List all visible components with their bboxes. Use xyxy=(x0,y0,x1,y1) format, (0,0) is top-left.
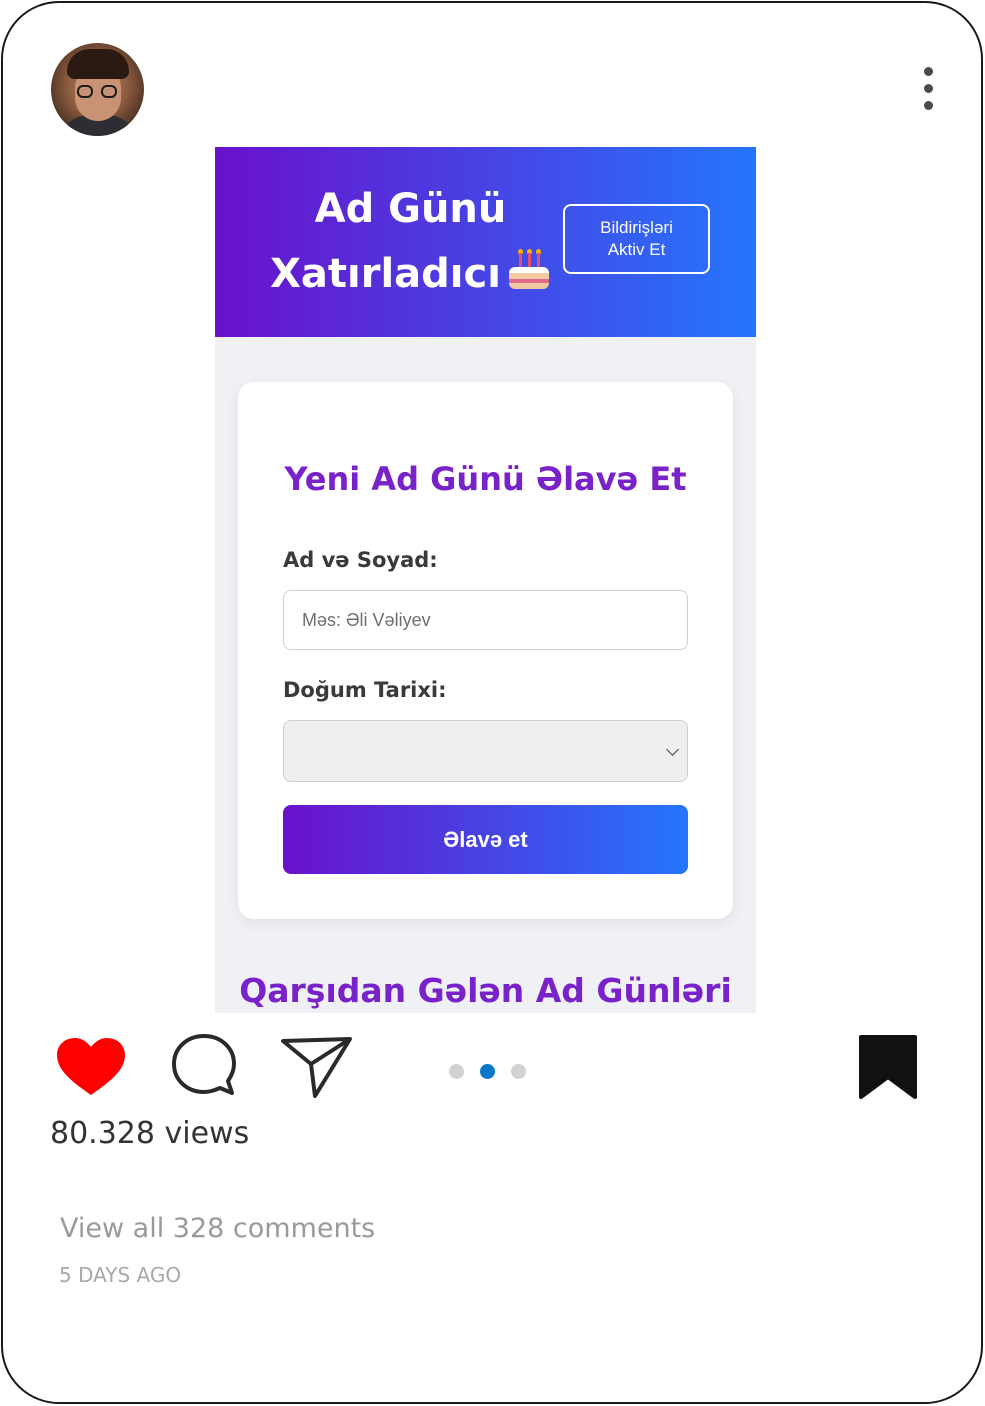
app-title: Ad Günü Xatırladıcı xyxy=(263,177,558,307)
comment-icon[interactable] xyxy=(172,1033,236,1097)
views-count: 80.328 views xyxy=(50,1116,250,1151)
bookmark-icon[interactable] xyxy=(857,1033,919,1101)
carousel-dot-3[interactable] xyxy=(511,1064,526,1079)
add-button[interactable]: Əlavə et xyxy=(283,805,688,874)
form-title: Yeni Ad Günü Əlavə Et xyxy=(284,460,687,498)
upcoming-birthdays-title: Qarşıdan Gələn Ad Günləri xyxy=(239,971,732,1010)
post-card: Ad Günü Xatırladıcı Bildirişləri Aktiv E… xyxy=(1,1,983,1404)
app-screenshot: Ad Günü Xatırladıcı Bildirişləri Aktiv E… xyxy=(215,147,756,1013)
carousel-dot-1[interactable] xyxy=(449,1064,464,1079)
name-input[interactable] xyxy=(283,590,688,650)
app-header: Ad Günü Xatırladıcı Bildirişləri Aktiv E… xyxy=(215,147,756,337)
birthdate-select[interactable] xyxy=(283,720,688,782)
more-options-icon[interactable] xyxy=(920,67,936,111)
share-icon[interactable] xyxy=(281,1035,353,1099)
birthdate-label: Doğum Tarixi: xyxy=(283,678,447,702)
avatar[interactable] xyxy=(51,43,144,136)
birthday-cake-icon xyxy=(507,249,551,293)
enable-notifications-button[interactable]: Bildirişləri Aktiv Et xyxy=(563,204,710,274)
app-title-line1: Ad Günü xyxy=(314,186,507,232)
view-comments-link[interactable]: View all 328 comments xyxy=(60,1213,375,1244)
post-timestamp: 5 DAYS AGO xyxy=(59,1263,182,1287)
name-label: Ad və Soyad: xyxy=(283,548,438,572)
add-birthday-form: Yeni Ad Günü Əlavə Et Ad və Soyad: Doğum… xyxy=(238,382,733,919)
carousel-indicator xyxy=(449,1064,529,1079)
heart-icon[interactable] xyxy=(55,1037,127,1097)
chevron-down-icon xyxy=(666,743,679,756)
carousel-dot-2[interactable] xyxy=(480,1064,495,1079)
app-title-line2: Xatırladıcı xyxy=(270,251,501,297)
